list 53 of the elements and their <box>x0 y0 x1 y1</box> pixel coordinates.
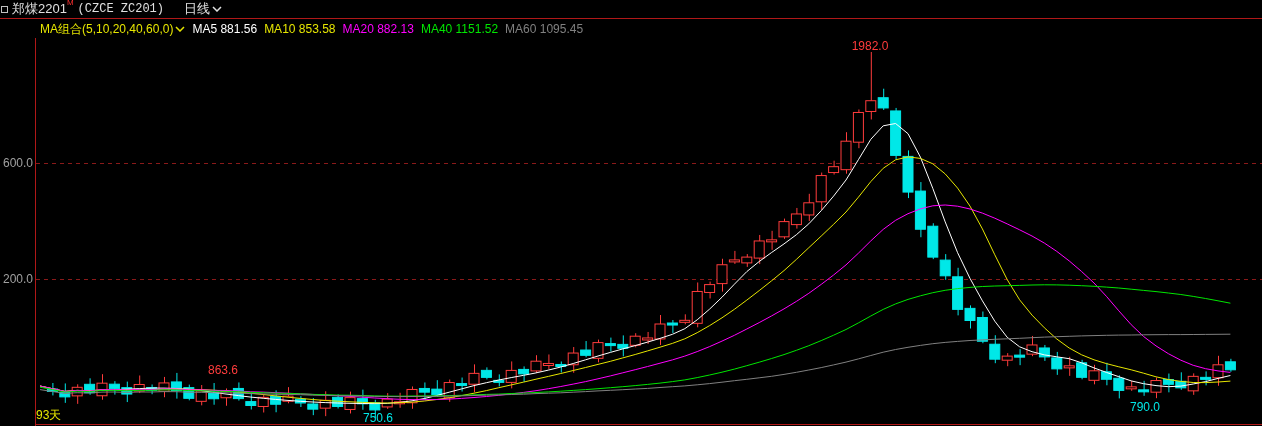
chevron-down-icon <box>175 25 186 32</box>
candle <box>195 384 207 406</box>
candle <box>1051 351 1063 376</box>
market-marker: M <box>66 0 74 8</box>
candle <box>208 382 220 406</box>
candle <box>356 389 368 411</box>
ma-legend-label: MA5 881.56 <box>192 20 258 38</box>
candle <box>790 207 802 230</box>
candle <box>121 381 133 403</box>
candle <box>976 311 988 344</box>
price-label: 750.6 <box>363 411 393 425</box>
candle <box>1138 380 1150 397</box>
candle <box>1063 356 1075 377</box>
candle <box>270 389 282 413</box>
candle <box>282 386 294 404</box>
symbol-name: 郑煤2201 <box>12 1 67 19</box>
chevron-down-icon <box>212 6 222 12</box>
ma-legend-label: MA10 853.58 <box>264 20 336 38</box>
day-count-label: 93天 <box>36 408 62 422</box>
candle <box>381 392 393 410</box>
price-label: 863.6 <box>208 363 238 377</box>
candle <box>1026 335 1038 357</box>
contract-code: (CZCE ZC201) <box>77 1 164 18</box>
ma-combo-dropdown[interactable]: MA组合(5,10,20,40,60,0) <box>40 19 186 38</box>
candle <box>1175 371 1187 391</box>
candle <box>71 383 83 405</box>
price-label: 1982.0 <box>851 39 889 53</box>
candle <box>1014 348 1026 366</box>
price-label: 790.0 <box>1130 400 1160 414</box>
candle <box>431 379 443 398</box>
candle <box>220 387 232 407</box>
ma-legend-label: MA40 1151.52 <box>420 20 499 38</box>
candle <box>778 218 790 240</box>
y-axis-label: 600.0 <box>2 156 33 170</box>
candle <box>257 393 269 413</box>
candle <box>803 193 815 222</box>
candle <box>542 354 554 370</box>
candle <box>418 381 430 401</box>
square-icon <box>1 5 8 13</box>
candle <box>1076 359 1088 380</box>
candle <box>245 392 257 410</box>
ma-legend-label: MA60 1095.45 <box>505 20 584 38</box>
candle <box>1100 362 1112 386</box>
ma-legend-label: MA20 882.13 <box>342 20 414 38</box>
period-dropdown[interactable]: 日线 <box>184 0 222 19</box>
candle <box>1150 377 1162 399</box>
candle <box>1162 373 1174 393</box>
candle <box>902 149 914 199</box>
candle <box>530 354 542 374</box>
y-axis-label: 200.0 <box>2 272 33 286</box>
candle <box>1038 344 1050 362</box>
candle <box>232 381 244 402</box>
candle <box>1088 364 1100 385</box>
